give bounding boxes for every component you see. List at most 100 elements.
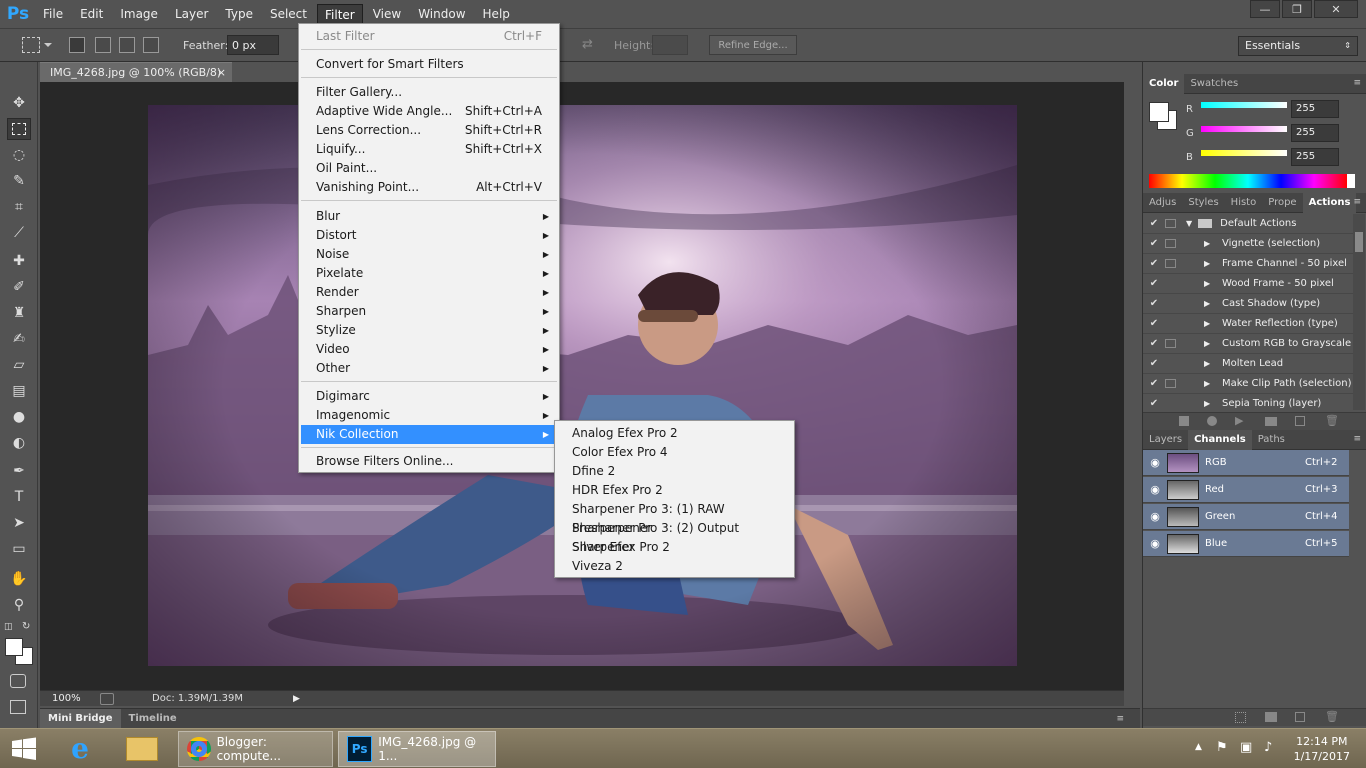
menu-select[interactable]: Select: [263, 4, 314, 24]
channel-row-green[interactable]: ◉ Green Ctrl+4: [1143, 504, 1349, 530]
check-icon[interactable]: ✔: [1143, 258, 1165, 269]
menu-help[interactable]: Help: [476, 4, 517, 24]
menu-window[interactable]: Window: [411, 4, 472, 24]
chevron-down-icon[interactable]: [44, 43, 52, 47]
swap-colors-icon[interactable]: ↻: [22, 621, 30, 632]
pen-tool-icon[interactable]: ✒: [7, 460, 31, 482]
spectrum-white-swatch[interactable]: [1347, 174, 1355, 188]
eyedropper-tool-icon[interactable]: ⟋: [7, 222, 31, 244]
action-item[interactable]: ✔ ▶ Sepia Toning (layer): [1143, 394, 1353, 414]
check-icon[interactable]: ✔: [1143, 378, 1165, 389]
file-explorer-icon[interactable]: [126, 737, 158, 761]
swap-icon[interactable]: ⇄: [582, 37, 593, 52]
gradient-tool-icon[interactable]: ▤: [7, 380, 31, 402]
menu-edit[interactable]: Edit: [73, 4, 110, 24]
tab-channels[interactable]: Channels: [1188, 429, 1252, 450]
type-tool-icon[interactable]: T: [7, 486, 31, 508]
stop-icon[interactable]: [1179, 416, 1189, 426]
menu-item-distort[interactable]: Distort ▶: [301, 226, 557, 245]
channel-row-rgb[interactable]: ◉ RGB Ctrl+2: [1143, 450, 1349, 476]
eye-icon[interactable]: ◉: [1143, 510, 1167, 523]
menu-item-browse-filters-online[interactable]: Browse Filters Online...: [301, 452, 557, 471]
menu-item-render[interactable]: Render ▶: [301, 283, 557, 302]
dialog-toggle-box[interactable]: [1165, 379, 1176, 388]
submenu-item-viveza[interactable]: Viveza 2: [557, 557, 792, 576]
submenu-item-hdr-efex[interactable]: HDR Efex Pro 2: [557, 481, 792, 500]
submenu-item-color-efex[interactable]: Color Efex Pro 4: [557, 443, 792, 462]
menu-filter[interactable]: Filter: [317, 3, 363, 25]
quick-select-tool-icon[interactable]: ✎: [7, 170, 31, 192]
dialog-toggle-box[interactable]: [1165, 299, 1176, 308]
feather-input[interactable]: [227, 35, 279, 55]
check-icon[interactable]: ✔: [1143, 218, 1165, 229]
action-item[interactable]: ✔ ▶ Wood Frame - 50 pixel: [1143, 274, 1353, 294]
check-icon[interactable]: ✔: [1143, 298, 1165, 309]
expand-arrow-icon[interactable]: ▶: [1204, 299, 1214, 308]
screen-mode-icon[interactable]: [10, 700, 26, 714]
menu-item-video[interactable]: Video ▶: [301, 340, 557, 359]
check-icon[interactable]: ✔: [1143, 398, 1165, 409]
play-icon[interactable]: ▶: [1235, 414, 1243, 427]
subtract-selection-icon[interactable]: [119, 37, 135, 53]
tab-histogram[interactable]: Histo: [1225, 193, 1263, 213]
scrollbar-thumb[interactable]: [1355, 232, 1363, 252]
menu-item-pixelate[interactable]: Pixelate ▶: [301, 264, 557, 283]
dialog-toggle-box[interactable]: [1165, 319, 1176, 328]
document-tab[interactable]: IMG_4268.jpg @ 100% (RGB/8) ×: [40, 62, 232, 82]
channel-row-blue[interactable]: ◉ Blue Ctrl+5: [1143, 531, 1349, 557]
action-item[interactable]: ✔ ▶ Make Clip Path (selection): [1143, 374, 1353, 394]
history-brush-tool-icon[interactable]: ✍: [7, 328, 31, 350]
tab-actions[interactable]: Actions: [1302, 192, 1357, 213]
menu-item-stylize[interactable]: Stylize ▶: [301, 321, 557, 340]
action-item[interactable]: ✔ ▶ Frame Channel - 50 pixel: [1143, 254, 1353, 274]
dialog-toggle-box[interactable]: [1165, 359, 1176, 368]
check-icon[interactable]: ✔: [1143, 278, 1165, 289]
menu-item-nik-collection[interactable]: Nik Collection ▶: [301, 425, 557, 444]
value-g[interactable]: 255: [1291, 124, 1339, 142]
eye-icon[interactable]: ◉: [1143, 483, 1167, 496]
menu-item-last-filter[interactable]: Last Filter Ctrl+F: [301, 27, 557, 46]
action-item[interactable]: ✔ ▶ Vignette (selection): [1143, 234, 1353, 254]
menu-layer[interactable]: Layer: [168, 4, 215, 24]
tab-timeline[interactable]: Timeline: [121, 713, 185, 724]
minimize-button[interactable]: —: [1250, 0, 1280, 18]
workspace-select[interactable]: Essentials ⇕: [1238, 36, 1358, 56]
default-colors-icon[interactable]: ◫: [4, 622, 14, 632]
color-foreground-swatch[interactable]: [1149, 102, 1169, 122]
load-selection-icon[interactable]: [1235, 712, 1246, 723]
expand-arrow-icon[interactable]: ▶: [1204, 339, 1214, 348]
actions-scrollbar[interactable]: [1353, 214, 1365, 410]
system-clock[interactable]: 12:14 PM 1/17/2017: [1294, 734, 1350, 764]
panel-menu-icon[interactable]: ≡: [1353, 78, 1361, 88]
menu-item-imagenomic[interactable]: Imagenomic ▶: [301, 406, 557, 425]
tab-swatches[interactable]: Swatches: [1184, 74, 1244, 94]
marquee-tool-icon[interactable]: [7, 118, 31, 140]
expand-arrow-icon[interactable]: ▶: [1204, 239, 1214, 248]
slider-g[interactable]: [1201, 126, 1287, 132]
action-set-default[interactable]: ✔ ▼ Default Actions: [1143, 214, 1353, 234]
dodge-tool-icon[interactable]: ◐: [7, 432, 31, 454]
network-icon[interactable]: ▣: [1240, 740, 1252, 755]
color-spectrum-bar[interactable]: [1149, 174, 1347, 188]
value-b[interactable]: 255: [1291, 148, 1339, 166]
blur-tool-icon[interactable]: ●: [7, 406, 31, 428]
taskbar-photoshop-app[interactable]: Ps IMG_4268.jpg @ 1...: [338, 731, 496, 767]
trash-icon[interactable]: 🗑: [1325, 414, 1339, 427]
clone-stamp-tool-icon[interactable]: ♜: [7, 302, 31, 324]
submenu-item-analog-efex[interactable]: Analog Efex Pro 2: [557, 424, 792, 443]
tab-styles[interactable]: Styles: [1182, 193, 1224, 213]
check-icon[interactable]: ✔: [1143, 318, 1165, 329]
submenu-item-dfine[interactable]: Dfine 2: [557, 462, 792, 481]
rectangle-tool-icon[interactable]: ▭: [7, 538, 31, 560]
menu-item-liquify[interactable]: Liquify... Shift+Ctrl+X: [301, 140, 557, 159]
trash-icon[interactable]: 🗑: [1325, 710, 1339, 723]
move-tool-icon[interactable]: ✥: [7, 92, 31, 114]
path-select-tool-icon[interactable]: ➤: [7, 512, 31, 534]
document-canvas-image[interactable]: [148, 105, 1017, 666]
slider-b[interactable]: [1201, 150, 1287, 156]
windows-start-icon[interactable]: [10, 737, 38, 761]
eye-icon[interactable]: ◉: [1143, 456, 1167, 469]
add-selection-icon[interactable]: [95, 37, 111, 53]
expand-arrow-icon[interactable]: ▶: [1204, 319, 1214, 328]
submenu-item-sharpener-output[interactable]: Sharpener Pro 3: (2) Output Sharpener: [557, 519, 792, 554]
